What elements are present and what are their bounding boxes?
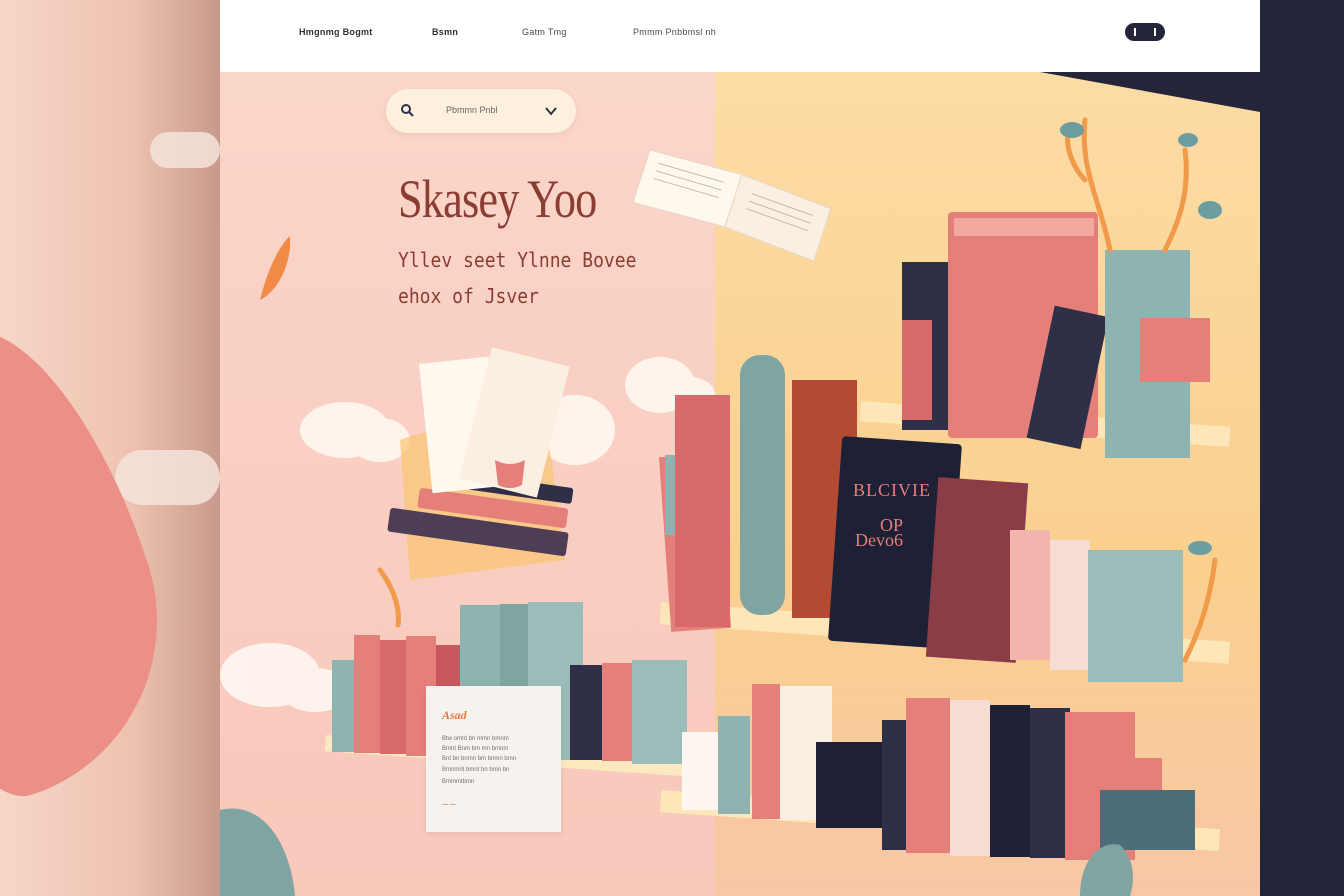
search-icon	[401, 104, 414, 117]
info-card[interactable]: Asad Btw omnt bn mmn bmnm Bmnt Bnm bm mn…	[426, 686, 561, 832]
bookshelf-illustration	[220, 117, 1231, 896]
card-text-line: Bnt bn bnmn bm bnmn bmn	[442, 756, 517, 762]
book-cover-text: BLCIVIE	[853, 480, 931, 500]
nav-link[interactable]: Gatm Tmg	[522, 27, 567, 37]
book-cover-text: Devo6	[855, 530, 903, 550]
search-text: Pbmmn Pnbl	[446, 105, 498, 115]
top-navigation-bar: Hmgnmg Bogmt Bsmn Gatm Tmg Pmmm Pnbbmsl …	[220, 0, 1260, 72]
web-page: Hmgnmg Bogmt Bsmn Gatm Tmg Pmmm Pnbbmsl …	[220, 0, 1260, 896]
card-title: Asad	[442, 708, 467, 722]
leaf-decoration	[0, 301, 205, 819]
nav-link[interactable]: Bsmn	[432, 27, 458, 37]
card-link[interactable]: — —	[442, 802, 456, 808]
toggle-icon[interactable]	[1125, 23, 1165, 41]
toggle-bar-left	[1134, 28, 1136, 36]
toggle-bar-right	[1154, 28, 1156, 36]
right-backdrop	[1260, 0, 1344, 896]
card-text-line: Btw omnt bn mmn bmnm	[442, 736, 509, 742]
search-dropdown[interactable]: Pbmmn Pnbl	[386, 89, 576, 133]
cloud-decoration	[150, 132, 220, 168]
left-backdrop	[0, 0, 220, 896]
chevron-down-icon	[545, 107, 557, 116]
nav-link[interactable]: Pmmm Pnbbmsl nh	[633, 27, 716, 37]
card-text-line: Bmmmtbmn	[442, 779, 475, 785]
hero-subtitle: ehox of Jsver	[398, 284, 539, 308]
cloud-decoration	[115, 450, 220, 505]
hero-title: Skasey Yoo	[398, 169, 597, 229]
card-text-line: Bmnmnt bmnt bn bmn bn	[442, 767, 510, 773]
hero-subtitle: Yllev seet Ylnne Bovee	[398, 248, 637, 272]
nav-link[interactable]: Hmgnmg Bogmt	[299, 27, 373, 37]
card-text-line: Bmnt Bnm bm mn bmnm	[442, 746, 509, 752]
